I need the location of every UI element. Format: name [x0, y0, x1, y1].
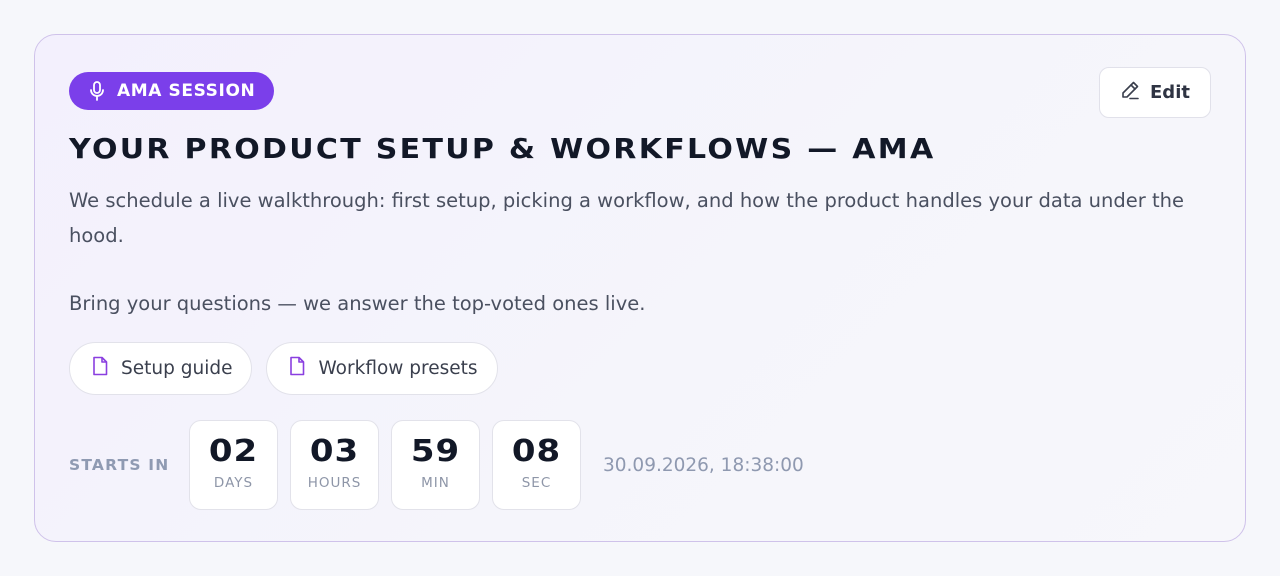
seconds-value: 08	[511, 433, 562, 469]
edit-button-label: Edit	[1150, 82, 1190, 103]
chip-setup-guide[interactable]: Setup guide	[69, 342, 253, 395]
session-datetime: 30.09.2026, 18:38:00	[603, 454, 804, 476]
countdown-seconds: 08 SEC	[492, 420, 581, 510]
microphone-icon	[89, 81, 105, 101]
minutes-value: 59	[410, 433, 461, 469]
countdown-hours: 03 HOURS	[290, 420, 379, 510]
document-icon	[91, 356, 109, 381]
badge-label: AMA SESSION	[117, 81, 256, 101]
description-paragraph-1: We schedule a live walkthrough: first se…	[69, 189, 1184, 247]
starts-in-label: STARTS IN	[69, 456, 170, 474]
chip-label: Setup guide	[121, 358, 233, 379]
days-unit: DAYS	[213, 475, 254, 491]
description-paragraph-2: Bring your questions — we answer the top…	[69, 292, 646, 315]
edit-button[interactable]: Edit	[1099, 67, 1211, 118]
resource-chips: Setup guide Workflow presets	[69, 342, 498, 395]
hours-value: 03	[309, 433, 360, 469]
document-icon	[288, 356, 306, 381]
minutes-unit: MIN	[421, 475, 450, 491]
seconds-unit: SEC	[521, 475, 552, 491]
ama-session-card: AMA SESSION Edit YOUR PRODUCT SETUP & WO…	[34, 34, 1246, 542]
chip-label: Workflow presets	[318, 358, 478, 379]
chip-workflow-presets[interactable]: Workflow presets	[266, 342, 498, 395]
countdown: STARTS IN 02 DAYS 03 HOURS 59 MIN 08 SEC…	[69, 420, 804, 510]
session-title: YOUR PRODUCT SETUP & WORKFLOWS — AMA	[69, 133, 936, 166]
countdown-days: 02 DAYS	[189, 420, 278, 510]
days-value: 02	[208, 433, 259, 469]
session-description: We schedule a live walkthrough: first se…	[69, 183, 1209, 321]
pencil-icon	[1120, 80, 1140, 105]
ama-session-badge: AMA SESSION	[69, 72, 275, 110]
hours-unit: HOURS	[307, 475, 362, 491]
countdown-minutes: 59 MIN	[391, 420, 480, 510]
